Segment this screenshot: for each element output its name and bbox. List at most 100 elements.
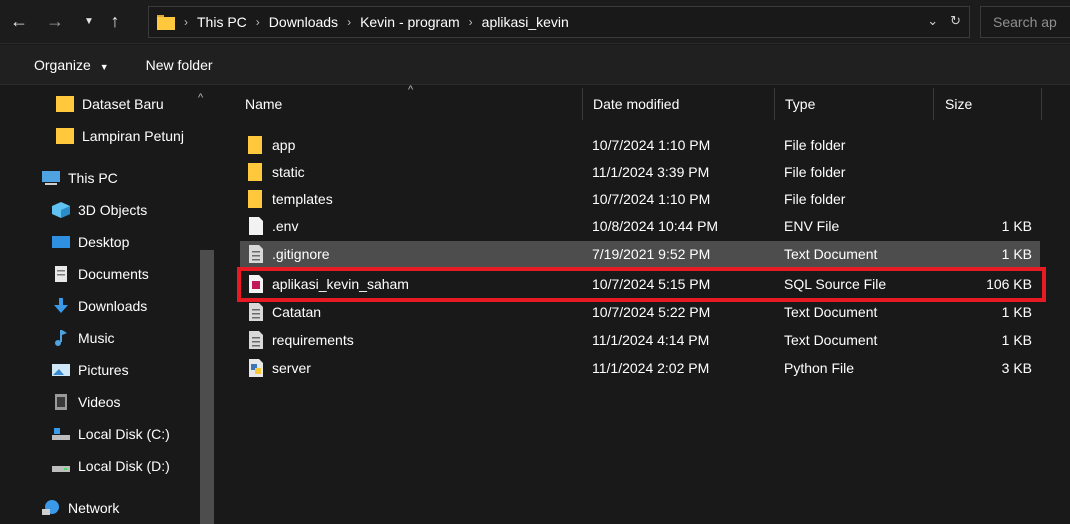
sidebar-item-label: Pictures — [78, 362, 129, 378]
address-dropdown-chevron-icon[interactable]: ⌄ — [927, 13, 938, 29]
breadcrumb-this-pc[interactable]: This PC — [197, 14, 247, 30]
sidebar-item-downloads[interactable]: Downloads — [52, 292, 147, 320]
file-type: Text Document — [784, 304, 878, 320]
sidebar-item-pictures[interactable]: Pictures — [52, 356, 129, 384]
address-bar[interactable]: › This PC › Downloads › Kevin - program … — [148, 6, 970, 38]
file-name: templates — [272, 191, 333, 207]
sidebar-item-label: Downloads — [78, 298, 148, 314]
sort-ascending-icon: ^ — [408, 84, 414, 96]
column-header-size[interactable]: Size — [945, 96, 972, 112]
organize-button[interactable]: Organize ▼ — [34, 57, 109, 73]
sidebar-scrollbar-thumb[interactable] — [200, 250, 214, 524]
column-divider[interactable] — [774, 88, 775, 120]
text-file-icon — [249, 303, 263, 321]
sidebar-item-local-disk-d[interactable]: Local Disk (D:) — [52, 452, 170, 480]
column-divider[interactable] — [582, 88, 583, 120]
column-divider[interactable] — [933, 88, 934, 120]
sidebar-item-label: Dataset Baru — [82, 96, 164, 112]
folder-icon — [248, 163, 262, 181]
drive-icon — [52, 428, 70, 440]
organize-label: Organize — [34, 56, 91, 73]
search-input[interactable]: Search ap — [980, 6, 1070, 38]
network-icon — [42, 500, 59, 515]
breadcrumb-separator-icon: › — [255, 15, 260, 29]
column-header: Name Date modified Type Size — [217, 86, 1070, 124]
command-bar: Organize ▼ New folder — [0, 45, 1070, 85]
column-header-type[interactable]: Type — [785, 96, 815, 112]
up-arrow-icon[interactable]: ↑ — [104, 8, 126, 34]
file-type: Text Document — [784, 332, 878, 348]
recent-locations-chevron-icon[interactable]: ▼ — [80, 8, 98, 34]
sidebar-item-label: Documents — [78, 266, 149, 282]
table-row[interactable]: Catatan 10/7/2024 5:22 PM Text Document … — [240, 299, 1040, 325]
file-size: 1 KB — [1001, 218, 1032, 234]
table-row[interactable]: templates 10/7/2024 1:10 PM File folder — [240, 186, 1040, 212]
picture-icon — [52, 364, 70, 376]
file-date: 11/1/2024 3:39 PM — [592, 164, 710, 180]
new-folder-button[interactable]: New folder — [146, 57, 213, 73]
table-row[interactable]: static 11/1/2024 3:39 PM File folder — [240, 159, 1040, 185]
file-date: 11/1/2024 4:14 PM — [592, 332, 710, 348]
file-size: 1 KB — [1001, 246, 1032, 262]
file-type: Text Document — [784, 246, 878, 262]
python-file-icon — [249, 359, 263, 377]
file-name: server — [272, 360, 311, 376]
breadcrumb-separator-icon: › — [184, 15, 188, 29]
navigation-pane: Dataset Baru Lampiran Petunj This PC 3D … — [0, 86, 216, 524]
file-icon — [249, 217, 263, 235]
column-header-name[interactable]: Name — [245, 96, 282, 112]
folder-icon — [248, 190, 262, 208]
sidebar-item-dataset-baru[interactable]: Dataset Baru — [56, 90, 164, 118]
chevron-down-icon: ▼ — [99, 61, 109, 72]
sidebar-item-label: Local Disk (C:) — [78, 426, 170, 442]
file-name: static — [272, 164, 305, 180]
sidebar-item-desktop[interactable]: Desktop — [52, 228, 129, 256]
sidebar-item-network[interactable]: Network — [42, 494, 119, 522]
folder-icon — [248, 136, 262, 154]
sidebar-item-label: Videos — [78, 394, 121, 410]
sidebar-item-3d-objects[interactable]: 3D Objects — [52, 196, 147, 224]
video-icon — [55, 394, 67, 410]
file-type: File folder — [784, 137, 846, 153]
sidebar-item-music[interactable]: Music — [52, 324, 115, 352]
forward-arrow-icon[interactable]: → — [44, 8, 66, 34]
file-size: 3 KB — [1001, 360, 1032, 376]
table-row[interactable]: .env 10/8/2024 10:44 PM ENV File 1 KB — [240, 213, 1040, 239]
column-header-date[interactable]: Date modified — [593, 96, 679, 112]
file-name: requirements — [272, 332, 354, 348]
table-row[interactable]: app 10/7/2024 1:10 PM File folder — [240, 132, 1040, 158]
sidebar-item-videos[interactable]: Videos — [52, 388, 121, 416]
file-name: app — [272, 137, 296, 153]
music-icon — [55, 330, 67, 346]
address-toolbar: ← → ▼ ↑ › This PC › Downloads › Kevin - … — [0, 0, 1070, 44]
download-icon — [54, 298, 68, 313]
file-date: 10/7/2024 1:10 PM — [592, 137, 711, 153]
sidebar-item-label: Desktop — [78, 234, 130, 250]
sidebar-item-label: Lampiran Petunj — [82, 128, 184, 144]
back-arrow-icon[interactable]: ← — [8, 8, 30, 34]
sidebar-item-local-disk-c[interactable]: Local Disk (C:) — [52, 420, 170, 448]
file-type: File folder — [784, 191, 846, 207]
document-icon — [55, 266, 67, 282]
sidebar-item-documents[interactable]: Documents — [52, 260, 149, 288]
file-name: .env — [272, 218, 299, 234]
scroll-up-icon[interactable]: ^ — [198, 92, 203, 104]
sidebar-item-this-pc[interactable]: This PC — [42, 164, 118, 192]
breadcrumb-aplikasi-kevin[interactable]: aplikasi_kevin — [482, 14, 569, 30]
file-type: ENV File — [784, 218, 840, 234]
table-row[interactable]: requirements 11/1/2024 4:14 PM Text Docu… — [240, 327, 1040, 353]
breadcrumb-separator-icon: › — [347, 15, 352, 29]
column-divider[interactable] — [1041, 88, 1042, 120]
desktop-icon — [52, 236, 70, 248]
breadcrumb-downloads[interactable]: Downloads — [269, 14, 338, 30]
table-row-selected[interactable]: .gitignore 7/19/2021 9:52 PM Text Docume… — [240, 241, 1040, 267]
refresh-icon[interactable]: ↻ — [950, 13, 961, 29]
drive-icon — [52, 466, 70, 472]
sidebar-item-lampiran-petunj[interactable]: Lampiran Petunj — [56, 122, 184, 150]
breadcrumb-kevin-program[interactable]: Kevin - program — [360, 14, 460, 30]
folder-icon — [56, 128, 74, 144]
file-type: File folder — [784, 164, 846, 180]
computer-icon — [42, 171, 60, 185]
table-row[interactable]: server 11/1/2024 2:02 PM Python File 3 K… — [240, 355, 1040, 381]
folder-icon — [56, 96, 74, 112]
